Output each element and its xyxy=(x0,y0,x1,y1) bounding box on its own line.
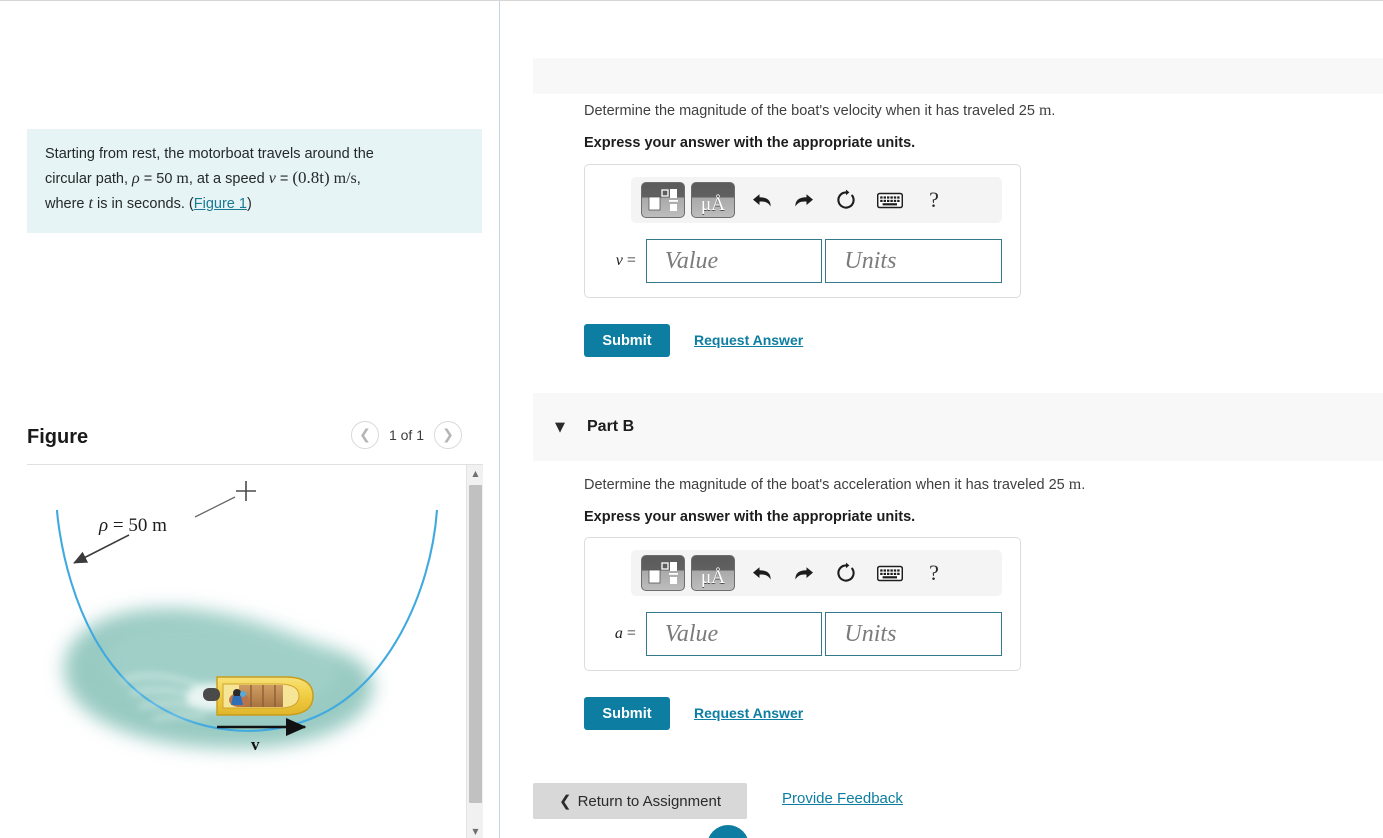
math-template-icon[interactable] xyxy=(641,182,685,218)
left-pane: Starting from rest, the motorboat travel… xyxy=(0,1,500,838)
figure-1-link[interactable]: Figure 1 xyxy=(194,196,247,212)
undo-arrow-icon[interactable] xyxy=(749,563,775,583)
return-to-assignment-button[interactable]: ❮ Return to Assignment xyxy=(533,783,747,819)
part-b-variable-label: a = xyxy=(614,625,636,642)
figure-diagram: ρ = 50 m v xyxy=(55,481,439,754)
part-b-value-input[interactable]: Value xyxy=(645,612,823,656)
part-b-header[interactable]: ▼ Part B xyxy=(533,393,1383,461)
math-template-icon[interactable] xyxy=(641,555,685,591)
figure-scrollbar[interactable]: ▲ ▼ xyxy=(466,465,483,838)
units-micro-angstrom-icon[interactable]: μÅ xyxy=(691,182,735,218)
part-b-label: Part B xyxy=(587,418,635,435)
part-a-question: Determine the magnitude of the boat's ve… xyxy=(584,102,1055,120)
rho-equals: = 50 xyxy=(139,171,177,188)
unit-meters: m xyxy=(176,170,189,188)
part-b-request-answer-link[interactable]: Request Answer xyxy=(694,705,803,721)
motorboat xyxy=(203,676,314,716)
figure-next-button[interactable]: ❯ xyxy=(434,421,462,449)
speed-expression: (0.8t) xyxy=(292,168,330,188)
figure-navigation: ❮ 1 of 1 ❯ xyxy=(350,421,462,449)
v-symbol: v xyxy=(268,170,276,188)
unit-meters-per-second: m/s xyxy=(333,170,357,188)
part-a-header[interactable] xyxy=(533,58,1383,94)
redo-arrow-icon[interactable] xyxy=(791,190,817,210)
keyboard-icon[interactable] xyxy=(875,192,905,209)
help-question-icon[interactable]: ? xyxy=(921,187,947,213)
part-b-submit-button[interactable]: Submit xyxy=(584,697,670,730)
problem-line-1: Starting from rest, the motorboat travel… xyxy=(45,146,374,162)
help-question-icon[interactable]: ? xyxy=(921,560,947,586)
reset-circular-arrow-icon[interactable] xyxy=(833,562,859,584)
part-a-input-row: v = Value Units xyxy=(603,239,1002,283)
undo-arrow-icon[interactable] xyxy=(749,190,775,210)
provide-feedback-link[interactable]: Provide Feedback xyxy=(782,790,903,807)
units-micro-angstrom-icon[interactable]: μÅ xyxy=(691,555,735,591)
problem-statement: Starting from rest, the motorboat travel… xyxy=(27,129,482,234)
part-b-instruction: Express your answer with the appropriate… xyxy=(584,509,916,525)
problem-line-3a: where xyxy=(45,196,89,213)
scroll-up-arrow-icon[interactable]: ▲ xyxy=(467,465,483,482)
caret-down-icon[interactable]: ▼ xyxy=(555,420,565,435)
problem-line-2b: , at a speed xyxy=(188,171,269,188)
part-a-question-period: . xyxy=(1051,103,1056,119)
part-a-toolbar: μÅ ? xyxy=(631,177,1002,223)
figure-header: Figure ❮ 1 of 1 ❯ xyxy=(27,421,482,463)
redo-arrow-icon[interactable] xyxy=(791,563,817,583)
part-a-value-input[interactable]: Value xyxy=(645,239,823,283)
part-a-answer-box: μÅ ? v = Value Units xyxy=(584,164,1021,298)
keyboard-icon[interactable] xyxy=(875,565,905,582)
part-b-question-period: . xyxy=(1081,477,1086,493)
part-b-question-unit: m xyxy=(1068,476,1082,493)
part-b-input-row: a = Value Units xyxy=(603,612,1002,656)
part-a-units-input[interactable]: Units xyxy=(825,239,1002,283)
figure-prev-button[interactable]: ❮ xyxy=(350,421,379,449)
part-a-instruction: Express your answer with the appropriate… xyxy=(584,135,916,151)
return-to-assignment-label: Return to Assignment xyxy=(577,792,721,810)
v-equals: = xyxy=(275,171,293,188)
part-b-answer-box: μÅ ? a = Value Units xyxy=(584,537,1021,671)
reset-circular-arrow-icon[interactable] xyxy=(833,189,859,211)
part-a-question-text: Determine the magnitude of the boat's ve… xyxy=(584,103,1039,119)
problem-line-3c: ) xyxy=(246,196,252,213)
chevron-left-icon: ❮ xyxy=(559,793,572,810)
part-a-request-answer-link[interactable]: Request Answer xyxy=(694,332,803,348)
part-b-units-input[interactable]: Units xyxy=(825,612,1002,656)
figure-frame: ρ = 50 m v ▲ ▼ xyxy=(27,464,483,838)
part-b-question-text: Determine the magnitude of the boat's ac… xyxy=(584,477,1069,493)
velocity-label: v xyxy=(251,735,260,754)
problem-line-2a: circular path, xyxy=(45,171,133,188)
figure-counter: 1 of 1 xyxy=(388,427,424,443)
figure-title: Figure xyxy=(27,426,89,448)
part-a-question-unit: m xyxy=(1038,102,1052,119)
part-b-toolbar: μÅ ? xyxy=(631,550,1002,596)
part-a-submit-button[interactable]: Submit xyxy=(584,324,670,357)
scroll-down-arrow-icon[interactable]: ▼ xyxy=(467,823,483,838)
scrollbar-thumb[interactable] xyxy=(469,485,482,803)
part-a-variable-label: v = xyxy=(615,252,636,269)
right-pane: Determine the magnitude of the boat's ve… xyxy=(501,1,1383,838)
radius-arrow xyxy=(73,534,130,564)
problem-line-3b: is in seconds. ( xyxy=(92,196,194,213)
rho-symbol: ρ xyxy=(132,170,140,188)
radius-leader-line xyxy=(194,496,236,518)
part-b-question: Determine the magnitude of the boat's ac… xyxy=(584,476,1085,494)
radius-label: ρ = 50 m xyxy=(98,515,167,536)
page-root: Starting from rest, the motorboat travel… xyxy=(0,0,1383,838)
